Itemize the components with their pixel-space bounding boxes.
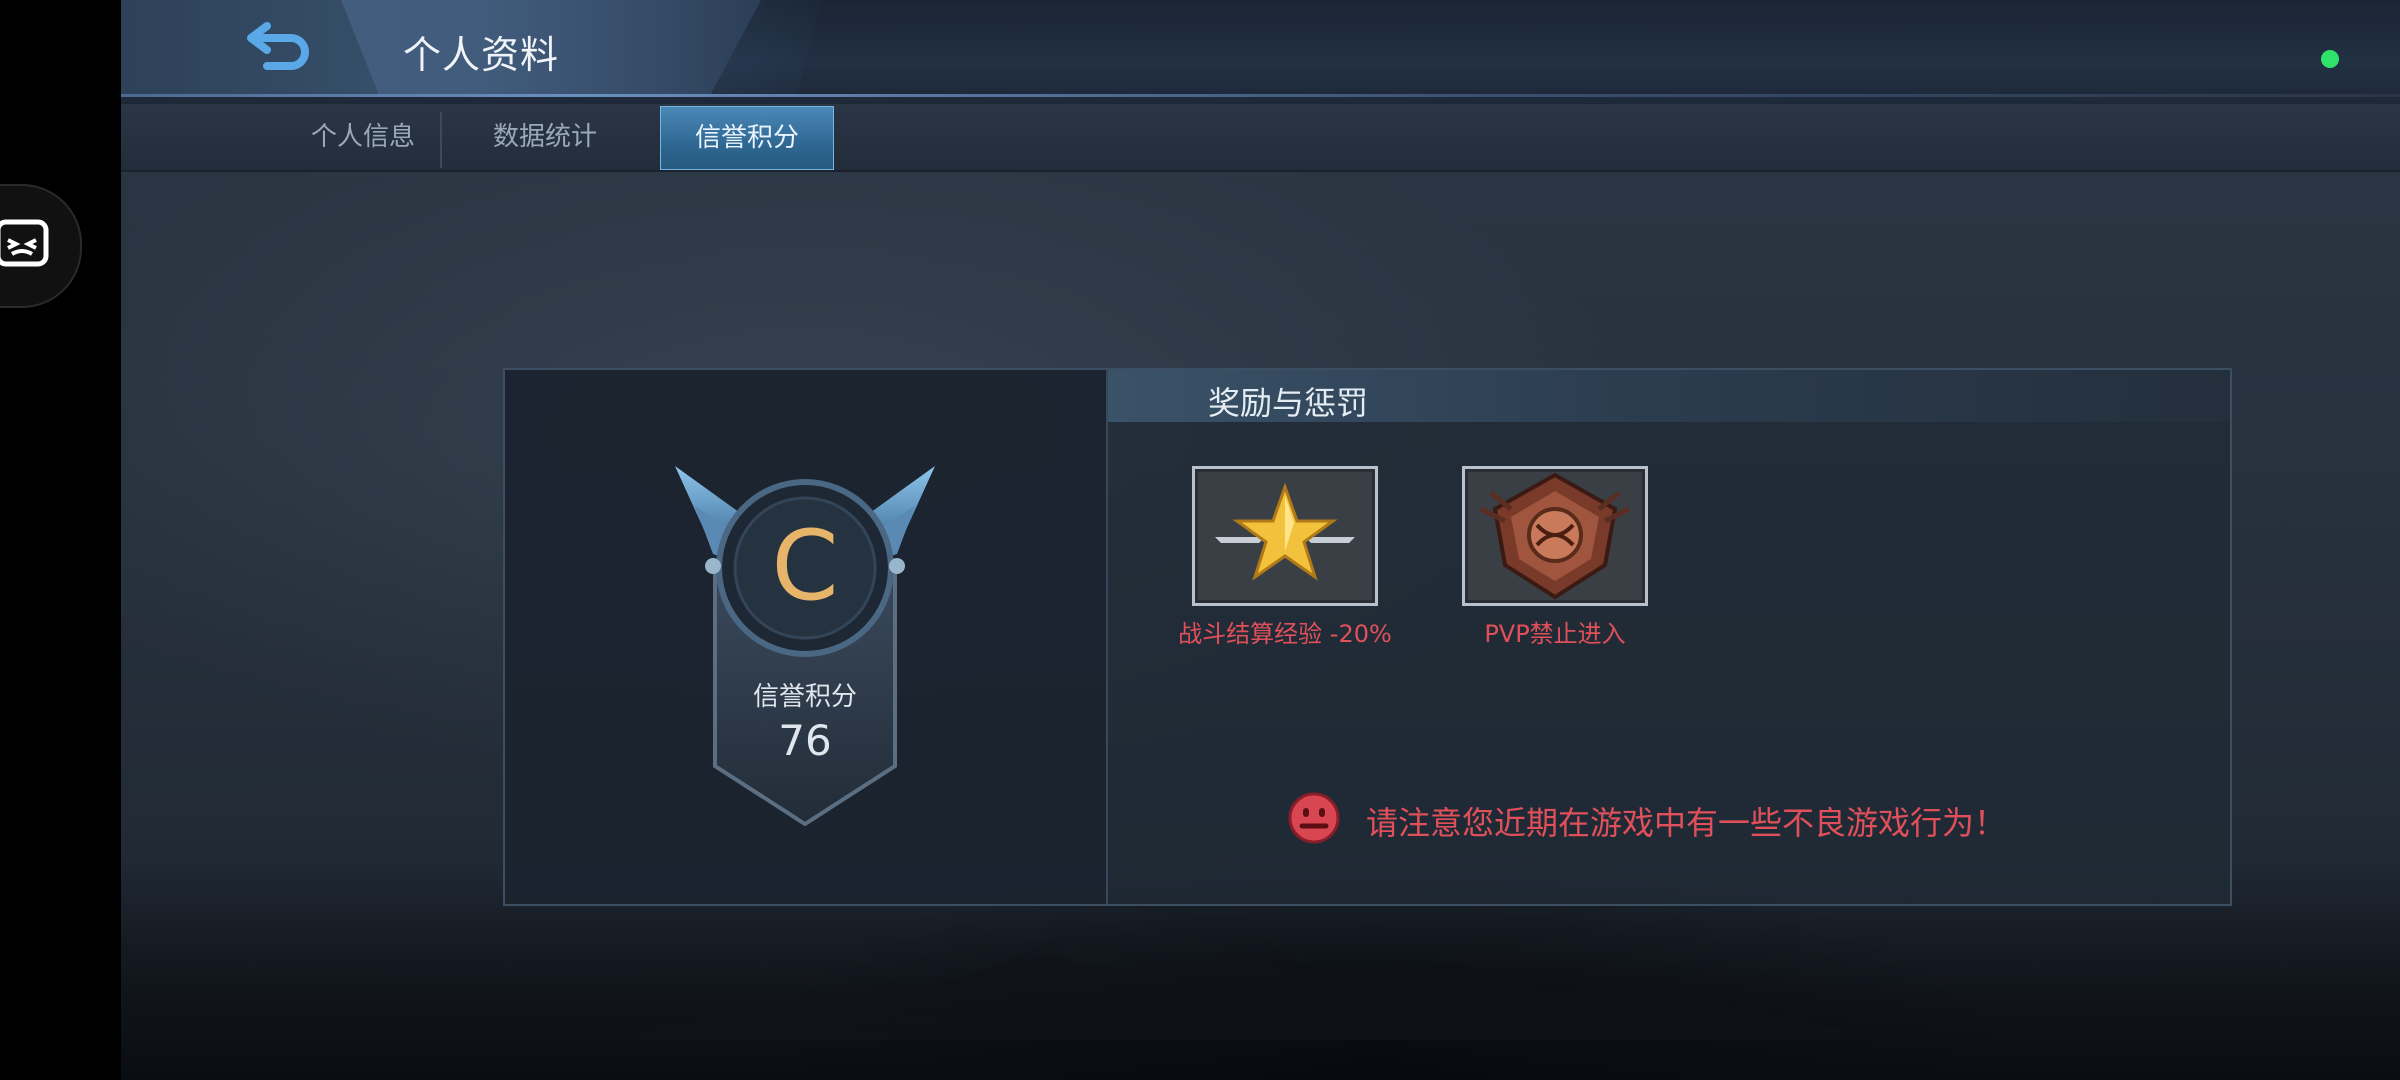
back-button[interactable]: [245, 18, 317, 74]
penalty-exp-reduction[interactable]: 战斗结算经验 -20%: [1178, 466, 1392, 648]
penalty-pvp-ban[interactable]: PVP禁止进入: [1462, 466, 1648, 648]
tab-bar: 个人信息 数据统计 信誉积分: [121, 104, 2400, 172]
warning-text: 请注意您近期在游戏中有一些不良游戏行为！: [1366, 804, 2007, 842]
assistant-face-icon: [0, 219, 49, 267]
credit-score-label: 信誉积分: [752, 682, 857, 712]
tab-personal-info[interactable]: 个人信息: [271, 106, 455, 168]
rewards-penalties-card: 奖励与惩罚 战斗结算经验 -20% PVP禁止进入 请注意您近期在游戏中有一些不…: [1108, 370, 2230, 904]
penalty-icon-frame: [1462, 466, 1648, 606]
rewards-header: 奖励与惩罚: [1108, 370, 2230, 422]
system-side-bar: [0, 0, 121, 1080]
tab-separator: [440, 112, 442, 168]
floating-assistant-button[interactable]: [0, 184, 82, 308]
status-indicator-dot: [2321, 50, 2339, 68]
rewards-title: 奖励与惩罚: [1208, 384, 1369, 422]
penalty-label: PVP禁止进入: [1484, 620, 1626, 648]
credit-score-card: C 信誉积分 76: [505, 370, 1108, 904]
penalty-icon-frame: [1192, 466, 1378, 606]
credit-panel: C 信誉积分 76 奖励与惩罚 战斗结算经验 -20% PVP禁止进入 请注意您…: [503, 368, 2232, 906]
tab-credit-score[interactable]: 信誉积分: [660, 106, 834, 170]
credit-score-value: 76: [778, 716, 832, 765]
frown-face-icon: [1288, 792, 1340, 844]
back-arrow-icon: [247, 22, 309, 70]
penalty-label: 战斗结算经验 -20%: [1178, 620, 1392, 648]
page-title: 个人资料: [403, 33, 560, 77]
gold-star-icon: [1215, 482, 1355, 581]
game-screen: 个人资料 个人信息 数据统计 信誉积分 C 信誉积分 76 奖励与惩罚 战斗结算…: [121, 0, 2400, 1080]
pvp-ban-emblem-icon: [1479, 472, 1631, 600]
tab-data-statistics[interactable]: 数据统计: [457, 106, 633, 168]
top-header: 个人资料: [121, 0, 2400, 104]
credit-grade-letter: C: [771, 510, 839, 622]
credit-grade-badge: C 信誉积分 76: [665, 466, 945, 826]
header-divider: [121, 94, 2400, 97]
